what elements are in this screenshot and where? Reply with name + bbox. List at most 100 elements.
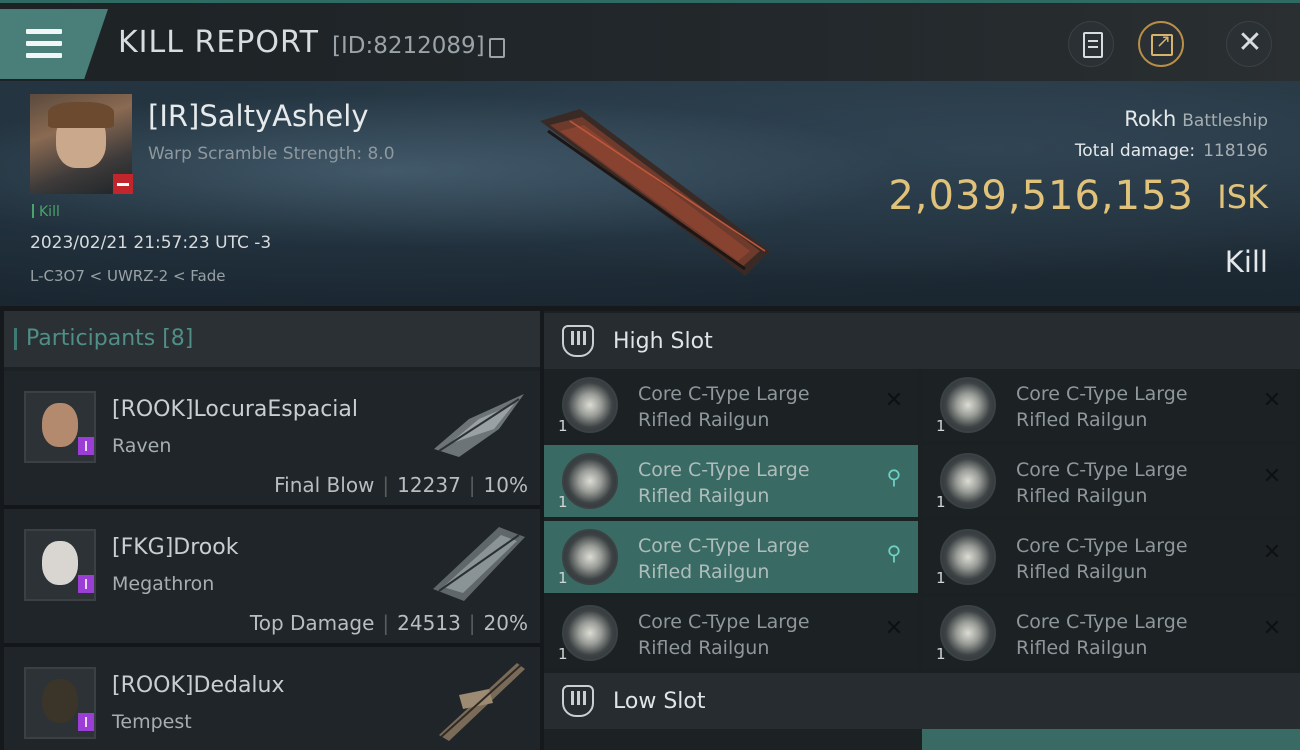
- portrait-face: [42, 541, 78, 585]
- high-slot-module[interactable]: 1 Core C-Type Large Rifled Railgun ⚲: [544, 521, 918, 593]
- participant-role: Final Blow: [274, 473, 375, 497]
- kill-timestamp: 2023/02/21 21:57:23 UTC -3: [30, 233, 272, 253]
- high-slot-module[interactable]: 1 Core C-Type Large Rifled Railgun ✕: [922, 597, 1296, 669]
- high-slot-module[interactable]: 1 Core C-Type Large Rifled Railgun ✕: [544, 597, 918, 669]
- railgun-icon: [940, 529, 996, 585]
- copy-icon[interactable]: [489, 38, 505, 58]
- module-quantity: 1: [558, 645, 568, 663]
- total-damage: Total damage: 118196: [1075, 141, 1268, 161]
- participant-row[interactable]: [FKG]Drook Megathron Top Damage | 24513 | 20…: [4, 509, 540, 647]
- high-slot-header: High Slot: [544, 313, 1300, 369]
- railgun-icon: [940, 377, 996, 433]
- participant-percent: 10%: [483, 473, 528, 497]
- corp-badge-icon: [78, 713, 94, 731]
- total-damage-value: 118196: [1203, 141, 1268, 161]
- header-bar: KILL REPORT [ID:8212089] ✕: [0, 3, 1300, 81]
- result-label: Kill: [1224, 245, 1268, 279]
- victim-ship-name: Rokh: [1124, 107, 1177, 131]
- railgun-icon: [940, 453, 996, 509]
- kill-tag: Kill: [32, 204, 60, 220]
- participants-title: Participants [8]: [13, 326, 194, 351]
- victim-ship-type: Rokh Battleship: [1124, 107, 1268, 131]
- destroyed-icon: ✕: [884, 388, 904, 413]
- participant-percent: 20%: [483, 611, 528, 635]
- high-slot-icon: [562, 325, 594, 357]
- module-quantity: 1: [558, 417, 568, 435]
- high-slot-module[interactable]: 1 Core C-Type Large Rifled Railgun ⚲: [544, 445, 918, 517]
- portrait-face: [42, 679, 78, 723]
- page-title: KILL REPORT: [118, 25, 319, 60]
- participant-ship: Raven: [112, 435, 172, 457]
- notes-button[interactable]: [1068, 21, 1114, 67]
- menu-icon: [26, 29, 62, 59]
- participant-ship: Megathron: [112, 573, 215, 595]
- participant-name[interactable]: [ROOK]LocuraEspacial: [112, 397, 358, 422]
- menu-button[interactable]: [0, 9, 108, 79]
- low-slot-icon: [562, 685, 594, 717]
- high-slot-module[interactable]: 1 Core C-Type Large Rifled Railgun ✕: [922, 445, 1296, 517]
- victim-ship-class: Battleship: [1182, 111, 1268, 131]
- module-name: Core C-Type Large Rifled Railgun: [638, 383, 810, 431]
- module-name: Core C-Type Large Rifled Railgun: [638, 459, 810, 507]
- module-name: Core C-Type Large Rifled Railgun: [1016, 383, 1188, 431]
- victim-ship-render: [540, 109, 770, 276]
- close-button[interactable]: ✕: [1226, 21, 1272, 67]
- destroyed-icon: ✕: [1262, 464, 1282, 489]
- kill-location[interactable]: L-C3O7 < UWRZ-2 < Fade: [30, 267, 225, 285]
- module-name: Core C-Type Large Rifled Railgun: [638, 535, 810, 583]
- module-quantity: 1: [936, 417, 946, 435]
- module-name: Core C-Type Large Rifled Railgun: [638, 611, 810, 659]
- high-slot-module[interactable]: 1 Core C-Type Large Rifled Railgun ✕: [922, 521, 1296, 593]
- victim-name[interactable]: [IR]SaltyAshely: [148, 99, 369, 133]
- victim-banner: [IR]SaltyAshely Warp Scramble Strength: …: [0, 81, 1300, 306]
- railgun-icon: [562, 529, 618, 585]
- notes-icon: [1083, 32, 1103, 58]
- share-icon: [1151, 31, 1173, 56]
- participant-ship: Tempest: [112, 711, 192, 733]
- isk-unit: ISK: [1217, 178, 1268, 216]
- participant-role: Top Damage: [249, 611, 375, 635]
- destroyed-icon: ✕: [884, 616, 904, 641]
- dropped-icon: ⚲: [886, 465, 902, 489]
- module-name: Core C-Type Large Rifled Railgun: [1016, 459, 1188, 507]
- warp-scramble-strength: Warp Scramble Strength: 8.0: [148, 144, 395, 164]
- participant-ship-image: [434, 394, 524, 457]
- isk-value: 2,039,516,153: [888, 173, 1194, 219]
- low-slot-header: Low Slot: [544, 673, 1300, 729]
- fitting-panel: High Slot 1 Core C-Type Large Rifled Rail…: [544, 311, 1300, 750]
- participants-header: Participants [8]: [4, 311, 540, 367]
- participant-name[interactable]: [FKG]Drook: [112, 535, 238, 560]
- negative-standing-icon: [113, 174, 133, 194]
- participant-ship-image: [439, 663, 525, 741]
- portrait-face: [42, 403, 78, 447]
- railgun-icon: [562, 377, 618, 433]
- participant-damage: 24513: [397, 611, 461, 635]
- high-slot-module[interactable]: 1 Core C-Type Large Rifled Railgun ✕: [544, 369, 918, 441]
- high-slot-title: High Slot: [613, 329, 713, 354]
- participant-ship-image: [433, 527, 525, 601]
- dropped-icon: ⚲: [886, 541, 902, 565]
- railgun-icon: [562, 453, 618, 509]
- destroyed-icon: ✕: [1262, 616, 1282, 641]
- low-slot-title: Low Slot: [613, 689, 706, 714]
- close-icon: ✕: [1237, 25, 1263, 60]
- railgun-icon: [940, 605, 996, 661]
- low-slot-selected-partial: [922, 729, 1300, 750]
- corp-badge-icon: [78, 575, 94, 593]
- participant-row[interactable]: [ROOK]LocuraEspacial Raven Final Blow | 12…: [4, 371, 540, 509]
- low-slot-row-partial: [544, 729, 1300, 750]
- module-quantity: 1: [558, 493, 568, 511]
- module-quantity: 1: [936, 645, 946, 663]
- module-quantity: 1: [558, 569, 568, 587]
- share-button[interactable]: [1138, 21, 1184, 67]
- destroyed-icon: ✕: [1262, 388, 1282, 413]
- module-name: Core C-Type Large Rifled Railgun: [1016, 611, 1188, 659]
- high-slot-module[interactable]: 1 Core C-Type Large Rifled Railgun ✕: [922, 369, 1296, 441]
- report-id: [ID:8212089]: [332, 33, 485, 59]
- participant-name[interactable]: [ROOK]Dedalux: [112, 673, 285, 698]
- participant-row[interactable]: [ROOK]Dedalux Tempest: [4, 647, 540, 750]
- module-name: Core C-Type Large Rifled Railgun: [1016, 535, 1188, 583]
- participant-stats: Final Blow | 12237 | 10%: [274, 473, 528, 497]
- destroyed-icon: ✕: [1262, 540, 1282, 565]
- railgun-icon: [562, 605, 618, 661]
